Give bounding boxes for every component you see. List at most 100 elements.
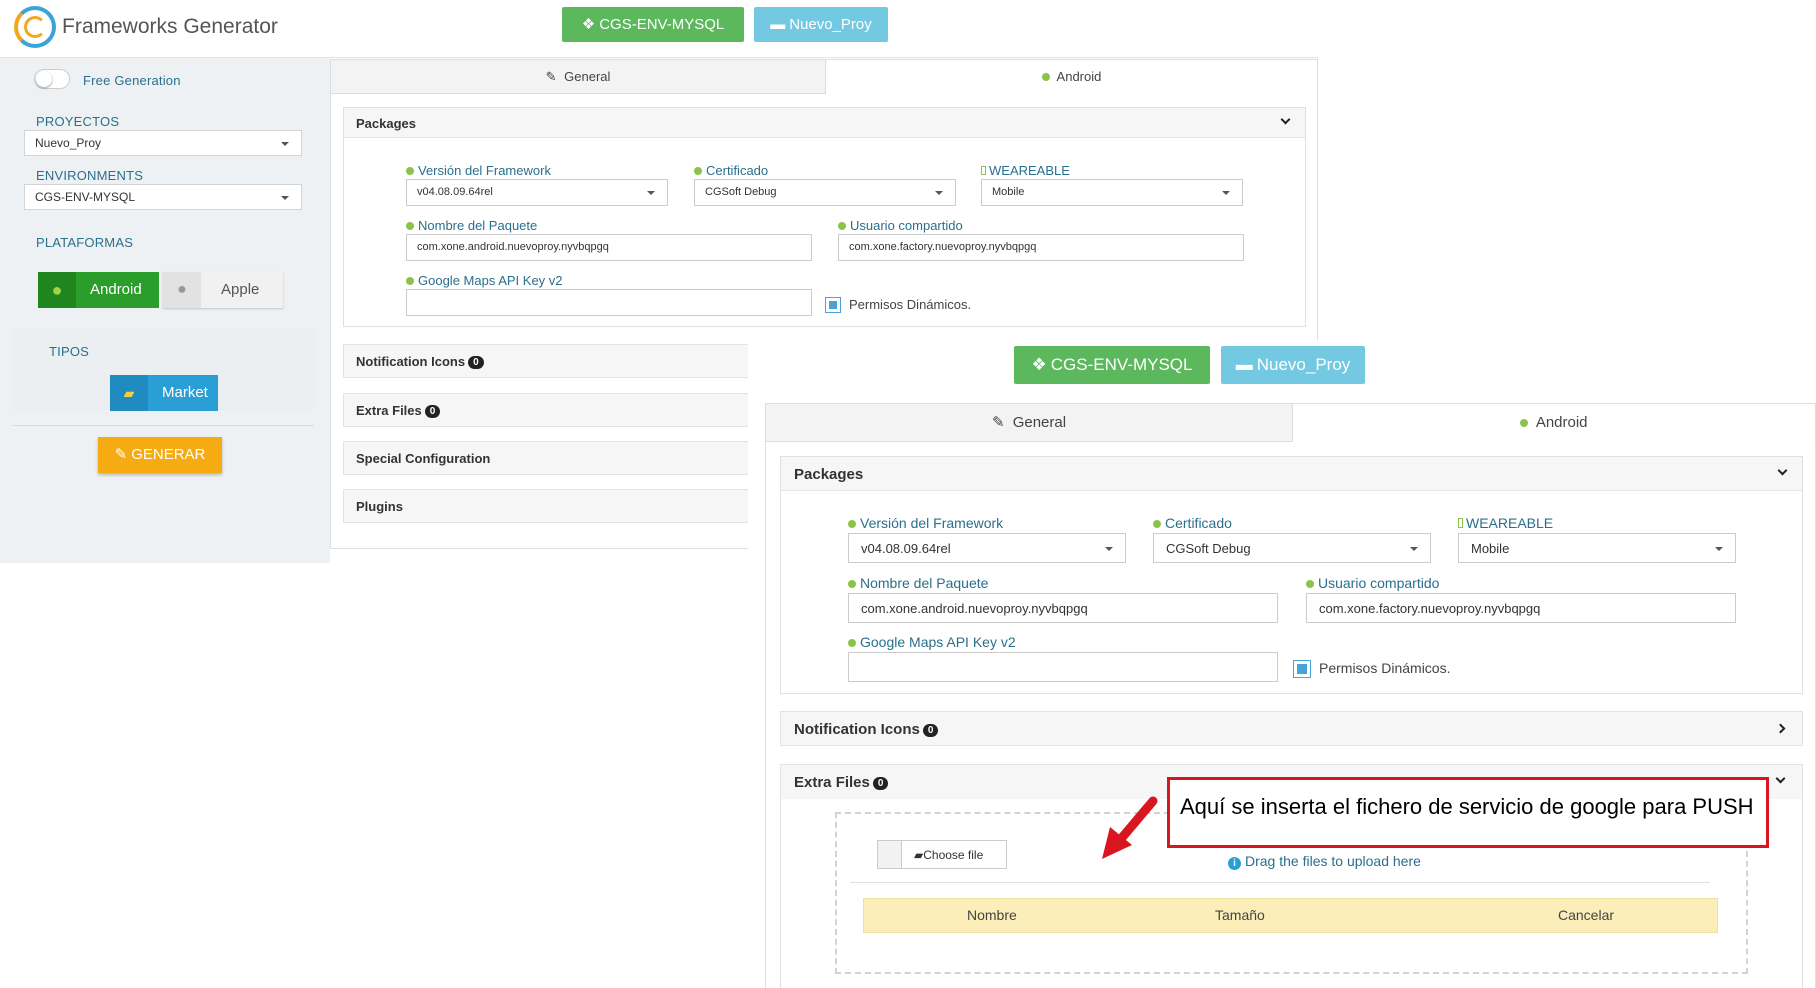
- dynamic-permissions-checkbox[interactable]: [825, 297, 841, 313]
- sidebar-divider: [12, 425, 314, 426]
- tab-general[interactable]: ✎ General: [330, 59, 826, 94]
- box-icon: [848, 520, 856, 528]
- caret-down-icon: [1715, 547, 1723, 551]
- generate-button[interactable]: ✎ GENERAR: [98, 437, 222, 473]
- notification-icons-section[interactable]: Notification Icons 0: [343, 344, 753, 378]
- choose-file-button[interactable]: ▰Choose file: [877, 840, 1007, 869]
- box-icon: [406, 167, 414, 175]
- package-name-input[interactable]: com.xone.android.nuevoproy.nyvbqpgq: [406, 234, 812, 261]
- plugins-section[interactable]: Plugins: [343, 489, 753, 523]
- platform-apple-button[interactable]: ● Apple: [163, 272, 283, 308]
- map-marker-icon: [848, 639, 856, 647]
- projects-label: PROYECTOS: [36, 114, 120, 129]
- column-cancel: Cancelar: [1558, 907, 1615, 923]
- caret-down-icon: [1105, 547, 1113, 551]
- android-icon: [1041, 73, 1050, 81]
- environment-select[interactable]: CGS-ENV-MYSQL: [24, 184, 302, 210]
- dynamic-permissions-checkbox[interactable]: [1293, 660, 1311, 678]
- notification-icons-section[interactable]: Notification Icons 0: [780, 711, 1803, 746]
- dynamic-permissions-label: Permisos Dinámicos.: [849, 297, 972, 312]
- chevron-down-icon: [1777, 465, 1788, 476]
- dynamic-permissions-label: Permisos Dinámicos.: [1319, 660, 1451, 676]
- packages-header[interactable]: Packages: [781, 457, 1802, 491]
- tab-general[interactable]: ✎ General: [765, 403, 1293, 442]
- mobile-icon: [981, 166, 986, 175]
- env-button[interactable]: ❖ CGS-ENV-MYSQL: [562, 7, 744, 42]
- package-name-label: Nombre del Paquete: [848, 575, 988, 591]
- market-button[interactable]: ▰ Market: [110, 375, 218, 411]
- maps-key-input[interactable]: [406, 289, 812, 316]
- project-button[interactable]: ▬ Nuevo_Proy: [754, 7, 888, 42]
- annotation-text: Aquí se inserta el fichero de servicio d…: [1180, 794, 1754, 819]
- notification-icons-badge: 0: [922, 723, 939, 737]
- maps-key-label: Google Maps API Key v2: [848, 634, 1016, 650]
- wand-icon: ✎: [114, 446, 128, 463]
- tab-android[interactable]: Android: [826, 59, 1318, 94]
- package-name-label: Nombre del Paquete: [406, 218, 537, 233]
- apple-icon: ●: [163, 272, 201, 308]
- free-generation-toggle[interactable]: [34, 69, 70, 89]
- certificate-select[interactable]: CGSoft Debug: [694, 179, 956, 206]
- extra-files-badge: 0: [872, 776, 889, 790]
- briefcase-icon: ▬: [1235, 355, 1253, 374]
- box-icon: [406, 222, 414, 230]
- certificate-label: Certificado: [694, 163, 768, 178]
- mobile-icon: [1458, 518, 1463, 528]
- project-select[interactable]: Nuevo_Proy: [24, 130, 302, 156]
- folder-open-icon: ▰: [914, 848, 924, 862]
- framework-version-select[interactable]: v04.08.09.64rel: [848, 533, 1126, 563]
- chevron-down-icon: [1280, 114, 1291, 125]
- cubes-icon: ❖: [1031, 355, 1047, 374]
- android-icon: ●: [38, 272, 76, 308]
- caret-down-icon: [647, 191, 655, 195]
- caret-down-icon: [935, 191, 943, 195]
- wearable-select[interactable]: Mobile: [1458, 533, 1736, 563]
- caret-down-icon: [281, 142, 289, 146]
- framework-version-select[interactable]: v04.08.09.64rel: [406, 179, 668, 206]
- cart-icon: ▰: [110, 375, 148, 411]
- platform-android-button[interactable]: ● Android: [38, 272, 159, 308]
- certificate-label: Certificado: [1153, 515, 1232, 531]
- shared-user-label: Usuario compartido: [838, 218, 963, 233]
- certificate-icon: [1153, 520, 1161, 528]
- framework-version-label: Versión del Framework: [848, 515, 1003, 531]
- android-icon: [1520, 419, 1529, 427]
- maps-key-input[interactable]: [848, 652, 1278, 682]
- shared-user-input[interactable]: com.xone.factory.nuevoproy.nyvbqpgq: [1306, 593, 1736, 623]
- special-configuration-section[interactable]: Special Configuration: [343, 441, 753, 475]
- user-icon: [1306, 580, 1314, 588]
- framework-version-label: Versión del Framework: [406, 163, 551, 178]
- wearable-select[interactable]: Mobile: [981, 179, 1243, 206]
- wearable-label: WEAREABLE: [981, 163, 1070, 178]
- env-button[interactable]: ❖ CGS-ENV-MYSQL: [1014, 346, 1210, 384]
- column-size: Tamaño: [1215, 907, 1265, 923]
- maps-key-label: Google Maps API Key v2: [406, 273, 563, 288]
- shared-user-label: Usuario compartido: [1306, 575, 1439, 591]
- types-label: TIPOS: [49, 344, 90, 359]
- app-title: Frameworks Generator: [62, 15, 278, 38]
- extra-files-section[interactable]: Extra Files 0: [343, 393, 753, 427]
- notification-icons-badge: 0: [468, 356, 484, 370]
- caret-down-icon: [1222, 191, 1230, 195]
- certificate-select[interactable]: CGSoft Debug: [1153, 533, 1431, 563]
- project-button[interactable]: ▬ Nuevo_Proy: [1221, 346, 1365, 384]
- package-name-input[interactable]: com.xone.android.nuevoproy.nyvbqpgq: [848, 593, 1278, 623]
- annotation-arrow: [1102, 796, 1158, 859]
- packages-header[interactable]: Packages: [344, 108, 1305, 138]
- shared-user-input[interactable]: com.xone.factory.nuevoproy.nyvbqpgq: [838, 234, 1244, 261]
- platforms-label: PLATAFORMAS: [36, 235, 134, 250]
- certificate-icon: [694, 167, 702, 175]
- caret-down-icon: [281, 196, 289, 200]
- briefcase-icon: ▬: [770, 16, 786, 33]
- free-generation-label: Free Generation: [83, 73, 181, 88]
- screenshot-zoomed: ❖ CGS-ENV-MYSQL ▬ Nuevo_Proy ✎ General And…: [748, 340, 1816, 988]
- files-table-header: Nombre Tamaño Cancelar: [863, 898, 1718, 933]
- caret-down-icon: [1410, 547, 1418, 551]
- chevron-right-icon: [1775, 723, 1786, 734]
- info-icon: i: [1228, 857, 1241, 870]
- user-icon: [838, 222, 846, 230]
- tab-android[interactable]: Android: [1293, 403, 1816, 442]
- environments-label: ENVIRONMENTS: [36, 168, 144, 183]
- extra-files-badge: 0: [424, 405, 441, 419]
- column-name: Nombre: [967, 907, 1017, 923]
